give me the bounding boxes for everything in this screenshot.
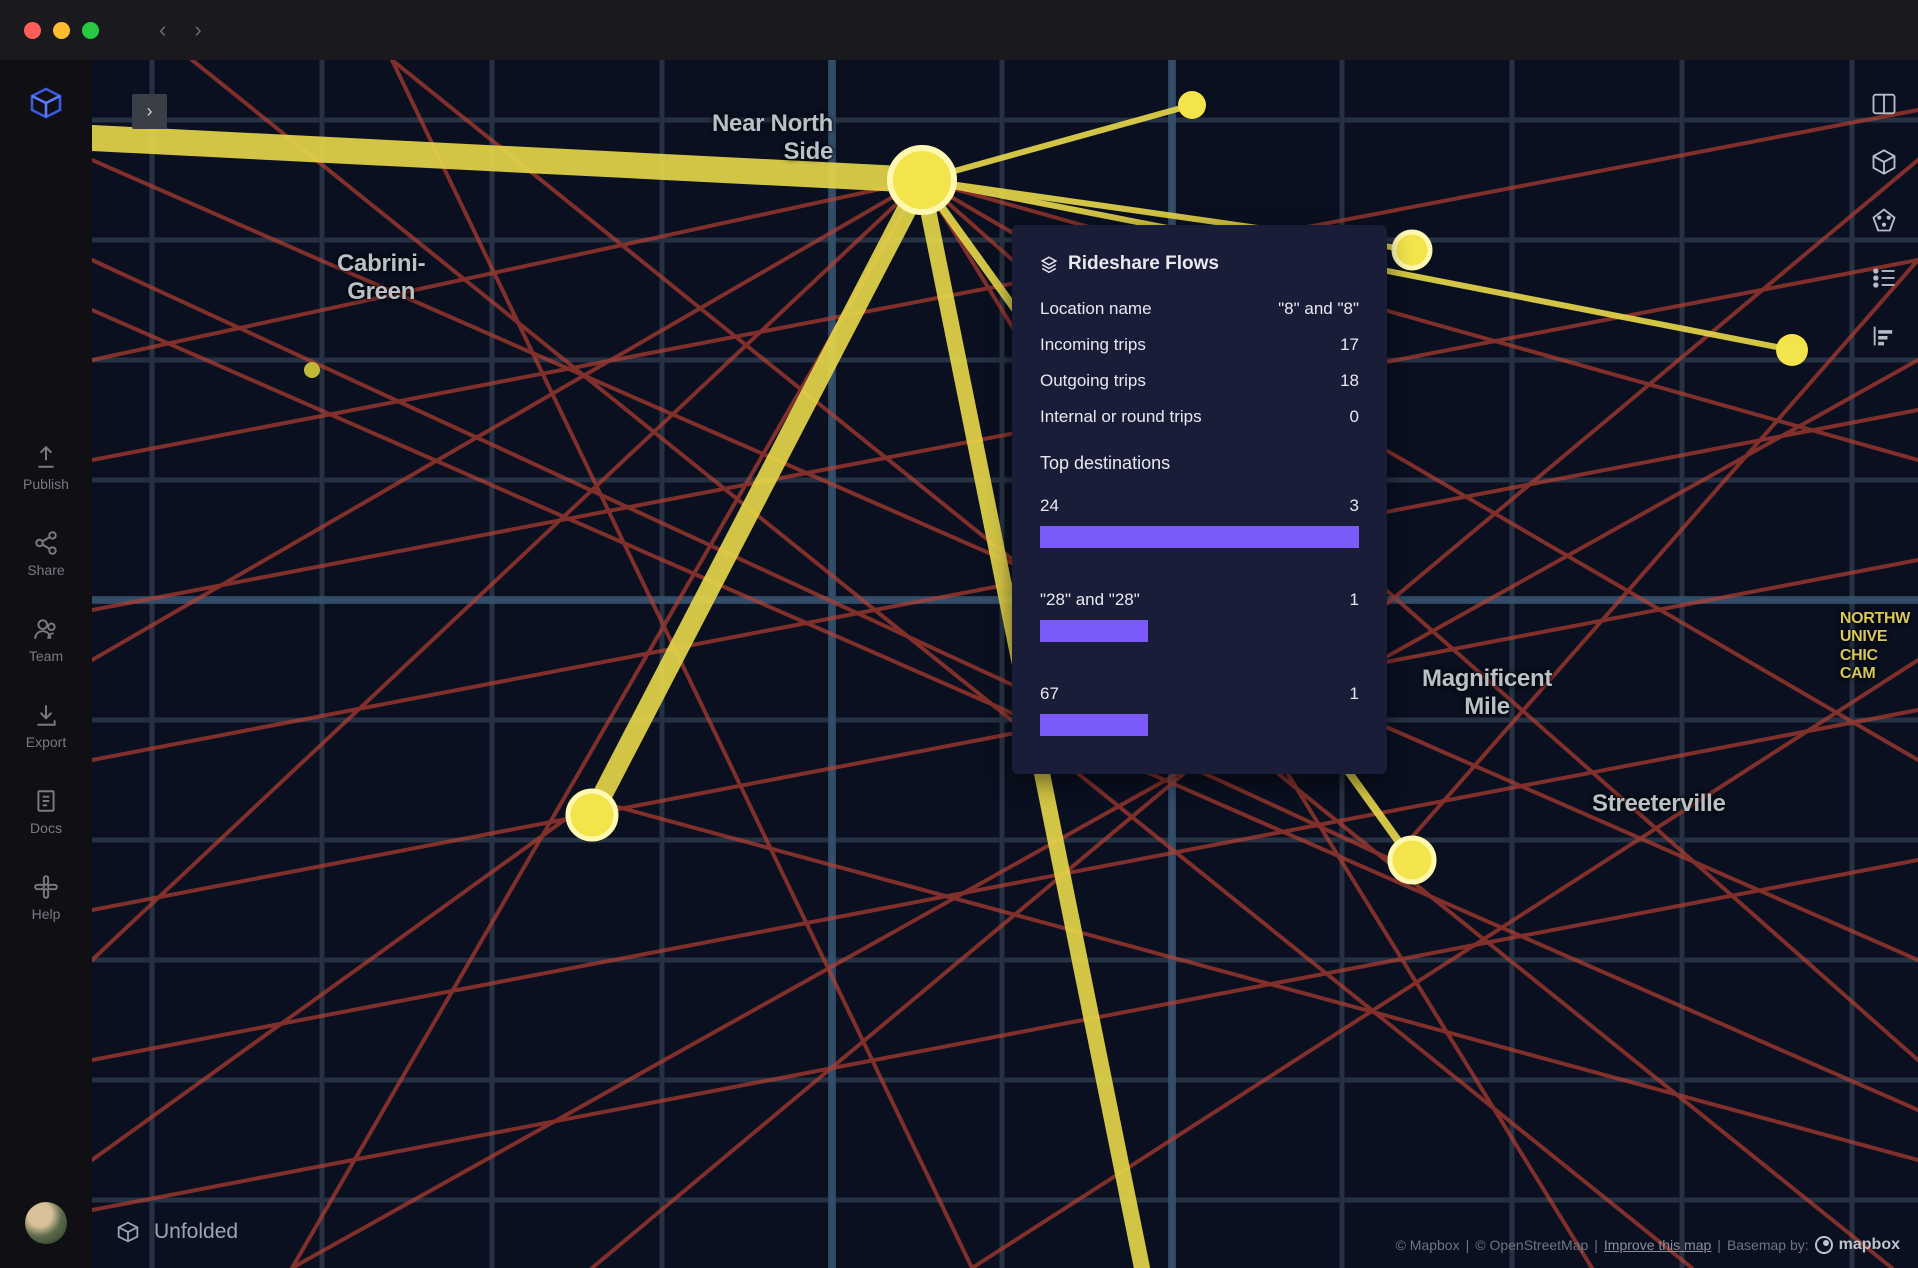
flow-tooltip-panel: Rideshare Flows Location name "8" and "8"… [1012,225,1387,774]
tooltip-row-label: Outgoing trips [1040,371,1146,391]
window-titlebar: ‹ › [0,0,1918,60]
bar-chart-icon [1870,322,1898,350]
sidebar-item-help[interactable]: Help [32,874,61,922]
sidebar-item-label: Share [27,562,64,578]
list-icon [1870,264,1898,292]
destination-value: 3 [1350,496,1359,516]
expand-panel-button[interactable]: › [132,94,167,129]
nav-back-button[interactable]: ‹ [159,17,166,43]
destination-bar [1040,620,1359,642]
destination-bar [1040,526,1359,548]
nav-forward-button[interactable]: › [194,17,201,43]
download-icon [33,702,59,728]
geocode-button[interactable] [1870,206,1898,234]
mapbox-logo-text: mapbox [1839,1236,1900,1254]
tooltip-row: Location name "8" and "8" [1040,299,1359,319]
chart-toggle-button[interactable] [1870,322,1898,350]
sidebar-item-export[interactable]: Export [26,702,66,750]
attribution-footer: © Mapbox | © OpenStreetMap | Improve thi… [1396,1236,1900,1254]
sidebar-item-label: Help [32,906,61,922]
brand-name: Unfolded [154,1220,238,1244]
layers-icon [1040,255,1058,273]
legend-toggle-button[interactable] [1870,264,1898,292]
chevron-right-icon: › [147,101,153,122]
cube-icon [1870,148,1898,176]
tooltip-row-value: 18 [1340,371,1359,391]
brand-footer: Unfolded [114,1218,238,1246]
mapbox-logo-icon [1815,1236,1833,1254]
pentagon-icon [1870,206,1898,234]
unfolded-logo-icon [114,1218,142,1246]
team-icon [33,616,59,642]
destination-label: 24 [1040,496,1059,516]
tooltip-title: Rideshare Flows [1068,253,1219,275]
tooltip-row-value: 0 [1350,407,1359,427]
docs-icon [33,788,59,814]
tooltip-row: Outgoing trips 18 [1040,371,1359,391]
mapbox-logo[interactable]: mapbox [1815,1236,1900,1254]
sidebar-item-docs[interactable]: Docs [30,788,62,836]
destination-value: 1 [1350,684,1359,704]
tooltip-row-label: Incoming trips [1040,335,1146,355]
destination-row: "28" and "28" 1 [1040,590,1359,642]
window-minimize-button[interactable] [53,22,70,39]
left-sidebar: Publish Share Team Export Docs Help [0,60,92,1268]
attribution-mapbox[interactable]: © Mapbox [1396,1237,1460,1253]
map-svg-layer [92,60,1918,1268]
tooltip-row-value: "8" and "8" [1278,299,1359,319]
window-fullscreen-button[interactable] [82,22,99,39]
tooltip-row-value: 17 [1340,335,1359,355]
sidebar-item-share[interactable]: Share [27,530,64,578]
tooltip-row-label: Internal or round trips [1040,407,1202,427]
3d-view-button[interactable] [1870,148,1898,176]
tooltip-row: Internal or round trips 0 [1040,407,1359,427]
share-icon [33,530,59,556]
sidebar-item-publish[interactable]: Publish [23,444,69,492]
split-view-button[interactable] [1870,90,1898,118]
tooltip-row-label: Location name [1040,299,1152,319]
sidebar-item-label: Team [29,648,63,664]
sidebar-item-label: Export [26,734,66,750]
window-close-button[interactable] [24,22,41,39]
right-toolbar [1870,90,1898,350]
sidebar-item-team[interactable]: Team [29,616,63,664]
destination-label: 67 [1040,684,1059,704]
map-canvas[interactable]: › [92,60,1918,1268]
upload-icon [33,444,59,470]
sidebar-item-label: Docs [30,820,62,836]
sidebar-item-label: Publish [23,476,69,492]
attribution-basemap-by: Basemap by: [1727,1237,1809,1253]
tooltip-section-title: Top destinations [1040,453,1359,474]
split-map-icon [1870,90,1898,118]
destination-bar [1040,714,1359,736]
destination-row: 67 1 [1040,684,1359,736]
user-avatar[interactable] [25,1202,67,1244]
destination-value: 1 [1350,590,1359,610]
attribution-improve-link[interactable]: Improve this map [1604,1237,1711,1253]
destination-label: "28" and "28" [1040,590,1140,610]
attribution-osm[interactable]: © OpenStreetMap [1475,1237,1588,1253]
destination-row: 24 3 [1040,496,1359,548]
app-logo [25,82,67,124]
tooltip-row: Incoming trips 17 [1040,335,1359,355]
slack-icon [33,874,59,900]
